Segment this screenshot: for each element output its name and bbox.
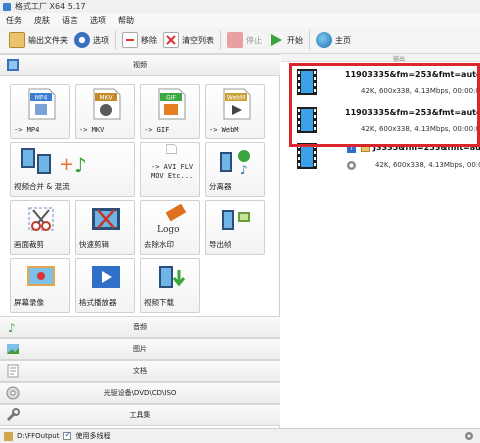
toolbar-divider bbox=[309, 30, 310, 50]
multithread-checkbox[interactable] bbox=[63, 430, 72, 440]
clear-list-icon bbox=[163, 32, 179, 48]
avi-flv-file-icon bbox=[166, 144, 177, 154]
player-icon bbox=[92, 266, 120, 288]
crop-scissors-icon bbox=[28, 207, 54, 231]
convert-gif-tile[interactable]: GIF -> GIF bbox=[140, 84, 200, 139]
toolbar-divider bbox=[115, 30, 116, 50]
toolbar: 输出文件夹 选项 移除 清空列表 停止 开始 主页 bbox=[0, 27, 480, 54]
screen-record-icon bbox=[27, 266, 55, 286]
format-player-tile[interactable]: 格式播放器 bbox=[75, 258, 135, 313]
video-download-tile[interactable]: 视频下载 bbox=[140, 258, 200, 313]
multithread-label: 使用多线程 bbox=[75, 432, 111, 440]
toolbar-divider bbox=[220, 30, 221, 50]
start-button[interactable]: 开始 bbox=[265, 29, 306, 51]
tools-category-icon bbox=[6, 408, 20, 422]
options-gear-icon bbox=[74, 32, 90, 48]
gif-file-icon: GIF bbox=[158, 88, 186, 120]
screen-record-tile[interactable]: 屏幕录像 bbox=[10, 258, 70, 313]
document-category-icon bbox=[7, 364, 19, 378]
category-disc[interactable]: 光驱设备\DVD\CD\ISO bbox=[0, 382, 280, 404]
svg-text:♪: ♪ bbox=[240, 163, 248, 177]
menu-bar: 任务 皮肤 语言 选项 帮助 bbox=[0, 13, 480, 27]
convert-webm-tile[interactable]: WebM -> WebM bbox=[205, 84, 265, 139]
output-path[interactable]: D:\FFOutput bbox=[17, 432, 59, 440]
svg-text:WebM: WebM bbox=[227, 95, 245, 102]
stop-icon bbox=[227, 32, 243, 48]
menu-skin[interactable]: 皮肤 bbox=[34, 15, 50, 26]
crop-tile[interactable]: 画面裁剪 bbox=[10, 200, 70, 255]
folder-icon bbox=[9, 32, 25, 48]
remove-icon bbox=[122, 32, 138, 48]
options-button[interactable]: 选项 bbox=[71, 29, 112, 51]
splitter-tile[interactable]: ♪ 分离器 bbox=[205, 142, 265, 197]
category-image[interactable]: 图片 bbox=[0, 338, 280, 360]
app-logo-icon bbox=[3, 2, 11, 11]
svg-text:GIF: GIF bbox=[166, 95, 176, 102]
task-meta: 42K, 600x338, 4.13Mbps, 00:00:00 bbox=[375, 161, 480, 169]
svg-text:Logo: Logo bbox=[157, 225, 180, 235]
title-bar: 格式工厂 X64 5.17 bbox=[0, 0, 480, 13]
merge-mux-icon: + ♪ bbox=[21, 148, 87, 177]
settings-icon[interactable] bbox=[347, 161, 356, 170]
settings-gear-icon[interactable] bbox=[464, 431, 474, 441]
svg-text:♪: ♪ bbox=[8, 321, 16, 334]
svg-text:MKV: MKV bbox=[99, 95, 113, 102]
highlight-box bbox=[289, 63, 480, 147]
disc-category-icon bbox=[6, 386, 20, 400]
splitter-icon: ♪ bbox=[220, 150, 250, 177]
home-globe-icon bbox=[316, 32, 332, 48]
mkv-file-icon: MKV bbox=[93, 88, 121, 120]
menu-options[interactable]: 选项 bbox=[90, 15, 106, 26]
category-document[interactable]: 文档 bbox=[0, 360, 280, 382]
category-tools[interactable]: 工具集 bbox=[0, 404, 280, 426]
convert-avi-flv-mov-tile[interactable]: -> AVI FLV MOV Etc... bbox=[140, 142, 200, 197]
menu-language[interactable]: 语言 bbox=[62, 15, 78, 26]
mp4-file-icon: MP4 bbox=[28, 88, 56, 120]
quick-cut-tile[interactable]: 快速剪辑 bbox=[75, 200, 135, 255]
function-panel: 视频 MP4 -> MP4 MKV -> MKV GIF -> GIF WebM… bbox=[0, 54, 280, 428]
video-category-icon bbox=[7, 59, 19, 71]
eraser-logo-icon: Logo bbox=[157, 204, 187, 235]
home-button[interactable]: 主页 bbox=[313, 29, 354, 51]
output-folder-icon bbox=[4, 431, 13, 441]
menu-task[interactable]: 任务 bbox=[6, 15, 22, 26]
list-header: 输出 bbox=[281, 54, 480, 63]
image-category-icon bbox=[7, 344, 19, 354]
task-list-panel: 输出 11903335&fm=253&fmt=auto& 42K, 600x33… bbox=[281, 54, 480, 428]
video-merge-mux-tile[interactable]: + ♪ 视频合并 & 混流 bbox=[10, 142, 135, 197]
svg-text:+: + bbox=[59, 154, 74, 175]
menu-help[interactable]: 帮助 bbox=[118, 15, 134, 26]
output-column-header: 输出 bbox=[393, 56, 406, 63]
category-video[interactable]: 视频 bbox=[0, 54, 280, 76]
clear-list-button[interactable]: 清空列表 bbox=[160, 29, 217, 51]
export-frames-tile[interactable]: 导出帧 bbox=[205, 200, 265, 255]
svg-text:MP4: MP4 bbox=[35, 95, 48, 102]
video-download-icon bbox=[159, 266, 186, 288]
convert-mp4-tile[interactable]: MP4 -> MP4 bbox=[10, 84, 70, 139]
svg-text:♪: ♪ bbox=[74, 153, 87, 177]
category-audio[interactable]: ♪ 音频 bbox=[0, 316, 280, 338]
remove-button[interactable]: 移除 bbox=[119, 29, 160, 51]
window-title: 格式工厂 X64 5.17 bbox=[15, 2, 86, 11]
convert-mkv-tile[interactable]: MKV -> MKV bbox=[75, 84, 135, 139]
audio-category-icon: ♪ bbox=[8, 321, 16, 334]
webm-file-icon: WebM bbox=[223, 88, 251, 120]
status-bar: D:\FFOutput 使用多线程 bbox=[0, 428, 480, 443]
output-folder-button[interactable]: 输出文件夹 bbox=[6, 29, 71, 51]
quick-cut-icon bbox=[92, 208, 120, 230]
stop-button[interactable]: 停止 bbox=[224, 29, 265, 51]
remove-watermark-tile[interactable]: Logo 去除水印 bbox=[140, 200, 200, 255]
start-icon bbox=[268, 32, 284, 48]
export-frame-icon bbox=[222, 210, 250, 230]
